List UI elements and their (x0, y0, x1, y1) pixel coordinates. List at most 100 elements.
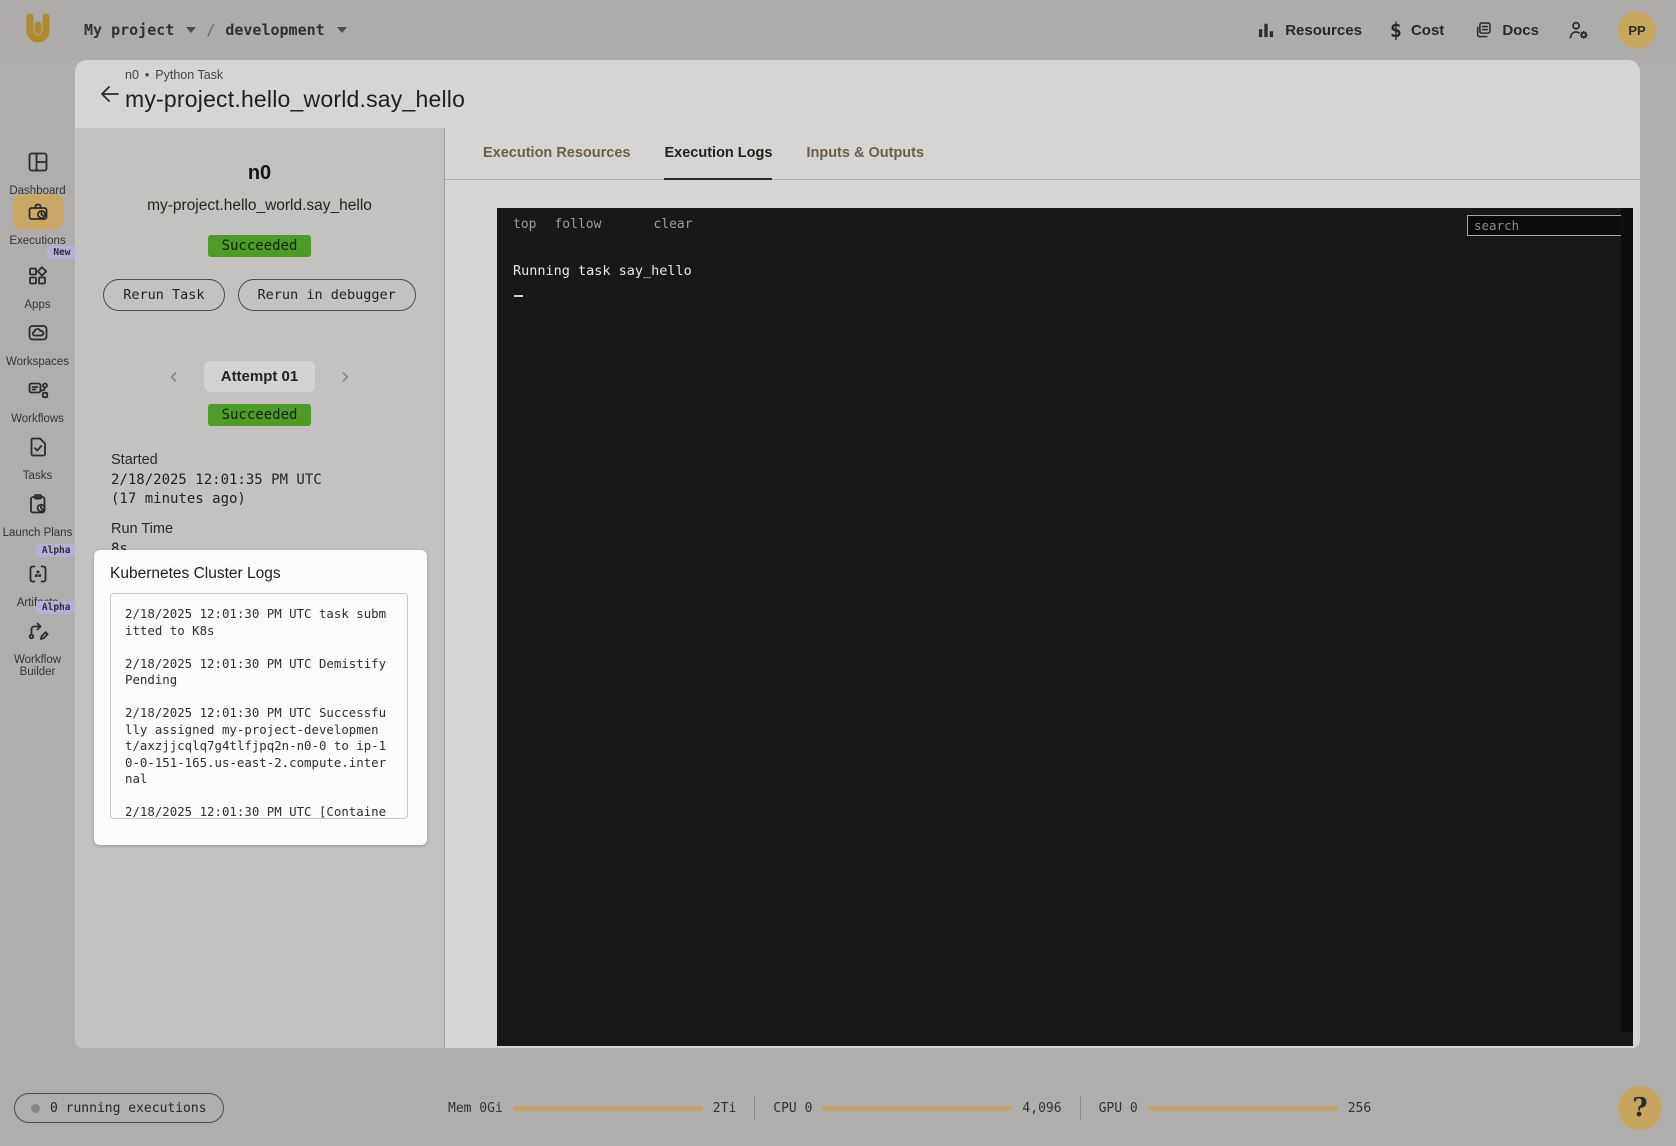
workflows-icon (26, 378, 50, 402)
previous-attempt-button[interactable] (164, 367, 184, 387)
meter-divider (1080, 1096, 1081, 1120)
node-id: n0 (125, 68, 139, 82)
docs-button[interactable]: Docs (1472, 20, 1539, 41)
memory-capacity: 2Ti (713, 1101, 736, 1116)
chevron-down-icon[interactable] (186, 27, 196, 33)
alpha-badge: Alpha (36, 601, 77, 614)
rerun-task-button[interactable]: Rerun Task (103, 279, 224, 311)
sidebar-item-dashboard[interactable]: Dashboard (0, 144, 75, 197)
node-name: n0 (75, 162, 444, 185)
tab-bar: Execution Resources Execution Logs Input… (445, 128, 1640, 180)
terminal-controls: top follow clear (513, 217, 693, 232)
gpu-capacity: 256 (1348, 1101, 1371, 1116)
attempt-selector[interactable]: Attempt 01 (204, 361, 316, 392)
sidebar-item-workflow-builder[interactable]: Alpha Workflow Builder (0, 613, 75, 679)
artifacts-icon (26, 562, 50, 586)
running-executions-pill[interactable]: 0 running executions (14, 1093, 224, 1123)
memory-usage-label: Mem 0Gi (448, 1101, 503, 1116)
cpu-meter: CPU 0 4,096 (773, 1101, 1061, 1116)
tab-execution-resources[interactable]: Execution Resources (483, 128, 630, 180)
top-bar: My project / development Resources $ Cos… (0, 0, 1676, 60)
sidebar-item-executions[interactable]: Executions (0, 194, 75, 247)
dashboard-icon (26, 150, 50, 174)
log-terminal: top follow clear Running task say_hello (497, 208, 1633, 1046)
task-detail-modal: n0 • Python Task my-project.hello_world.… (75, 60, 1640, 1048)
rerun-debugger-button[interactable]: Rerun in debugger (238, 279, 416, 311)
active-item-highlight (13, 194, 63, 230)
kubernetes-logs-card: Kubernetes Cluster Logs 2/18/2025 12:01:… (94, 550, 427, 845)
cost-button[interactable]: $ Cost (1390, 18, 1444, 42)
task-type: Python Task (155, 68, 223, 82)
launch-plans-icon (26, 492, 50, 516)
help-button[interactable]: ? (1618, 1086, 1662, 1130)
alpha-badge: Alpha (36, 544, 77, 557)
back-button[interactable] (98, 82, 122, 106)
log-entry: 2/18/2025 12:01:30 PM UTC Successfully a… (125, 705, 393, 788)
quota-meters: Mem 0Gi 2Ti CPU 0 4,096 GPU 0 256 (448, 1096, 1371, 1120)
bar-chart-icon (1256, 20, 1276, 40)
avatar[interactable]: PP (1618, 11, 1656, 49)
kubernetes-logs-box[interactable]: 2/18/2025 12:01:30 PM UTC task submitted… (110, 593, 408, 819)
modal-header: n0 • Python Task my-project.hello_world.… (75, 60, 1640, 128)
cost-label: Cost (1411, 22, 1444, 39)
apps-icon (26, 264, 50, 288)
resources-label: Resources (1285, 22, 1362, 39)
page-title: my-project.hello_world.say_hello (125, 86, 465, 113)
user-settings-button[interactable] (1567, 19, 1590, 42)
status-dot-icon (31, 1104, 40, 1113)
log-top-button[interactable]: top (513, 217, 536, 232)
terminal-scrollbar[interactable] (1621, 208, 1633, 1032)
sidebar-item-launch-plans[interactable]: Launch Plans (0, 486, 75, 539)
breadcrumb-separator: / (206, 21, 215, 39)
docs-label: Docs (1502, 22, 1539, 39)
cpu-capacity: 4,096 (1022, 1101, 1061, 1116)
sidebar-item-tasks[interactable]: Tasks (0, 429, 75, 482)
sidebar-item-workspaces[interactable]: Workspaces (0, 315, 75, 368)
project-selector[interactable]: My project (84, 21, 174, 39)
attempt-status-badge: Succeeded (208, 404, 312, 426)
meter-divider (754, 1096, 755, 1120)
dollar-icon: $ (1390, 18, 1402, 42)
breadcrumb: My project / development (84, 21, 347, 39)
cpu-bar (822, 1106, 1012, 1111)
running-executions-label: 0 running executions (50, 1101, 207, 1116)
tab-inputs-outputs[interactable]: Inputs & Outputs (806, 128, 924, 180)
log-entry: 2/18/2025 12:01:30 PM UTC task submitted… (125, 606, 393, 639)
kubernetes-logs-title: Kubernetes Cluster Logs (110, 565, 411, 583)
memory-meter: Mem 0Gi 2Ti (448, 1101, 736, 1116)
started-label: Started (111, 452, 444, 468)
runtime-label: Run Time (111, 521, 444, 537)
crumb-dot: • (145, 68, 149, 82)
status-badge: Succeeded (208, 235, 312, 257)
resources-button[interactable]: Resources (1256, 20, 1362, 40)
log-entry: 2/18/2025 12:01:30 PM UTC Demistify Pend… (125, 656, 393, 689)
next-attempt-button[interactable] (335, 367, 355, 387)
started-time: 2/18/2025 12:01:35 PM UTC (111, 471, 444, 490)
execution-detail-panel: Execution Resources Execution Logs Input… (445, 128, 1640, 1048)
domain-selector[interactable]: development (225, 21, 324, 39)
execution-summary-panel: n0 my-project.hello_world.say_hello Succ… (75, 128, 445, 1048)
person-gear-icon (1567, 19, 1590, 42)
executions-icon (26, 200, 50, 224)
tasks-icon (26, 435, 50, 459)
workspaces-icon (26, 321, 50, 345)
new-badge: New (47, 246, 76, 259)
log-entry: 2/18/2025 12:01:30 PM UTC [ContainersNot… (125, 804, 393, 819)
chevron-down-icon[interactable] (337, 27, 347, 33)
log-line: Running task say_hello (513, 262, 692, 281)
memory-bar (513, 1106, 703, 1111)
modal-breadcrumb: n0 • Python Task (125, 68, 223, 82)
log-clear-button[interactable]: clear (653, 217, 692, 232)
log-search-input[interactable] (1467, 215, 1627, 236)
started-relative: (17 minutes ago) (111, 490, 444, 509)
cpu-usage-label: CPU 0 (773, 1101, 812, 1116)
gpu-meter: GPU 0 256 (1099, 1101, 1372, 1116)
union-logo-icon[interactable] (20, 11, 56, 49)
tab-execution-logs[interactable]: Execution Logs (664, 128, 772, 180)
sidebar-item-apps[interactable]: New Apps (0, 258, 75, 311)
task-name: my-project.hello_world.say_hello (75, 197, 444, 215)
gpu-usage-label: GPU 0 (1099, 1101, 1138, 1116)
sidebar-item-workflows[interactable]: Workflows (0, 372, 75, 425)
workflow-builder-icon (26, 619, 50, 643)
log-follow-button[interactable]: follow (554, 217, 601, 232)
